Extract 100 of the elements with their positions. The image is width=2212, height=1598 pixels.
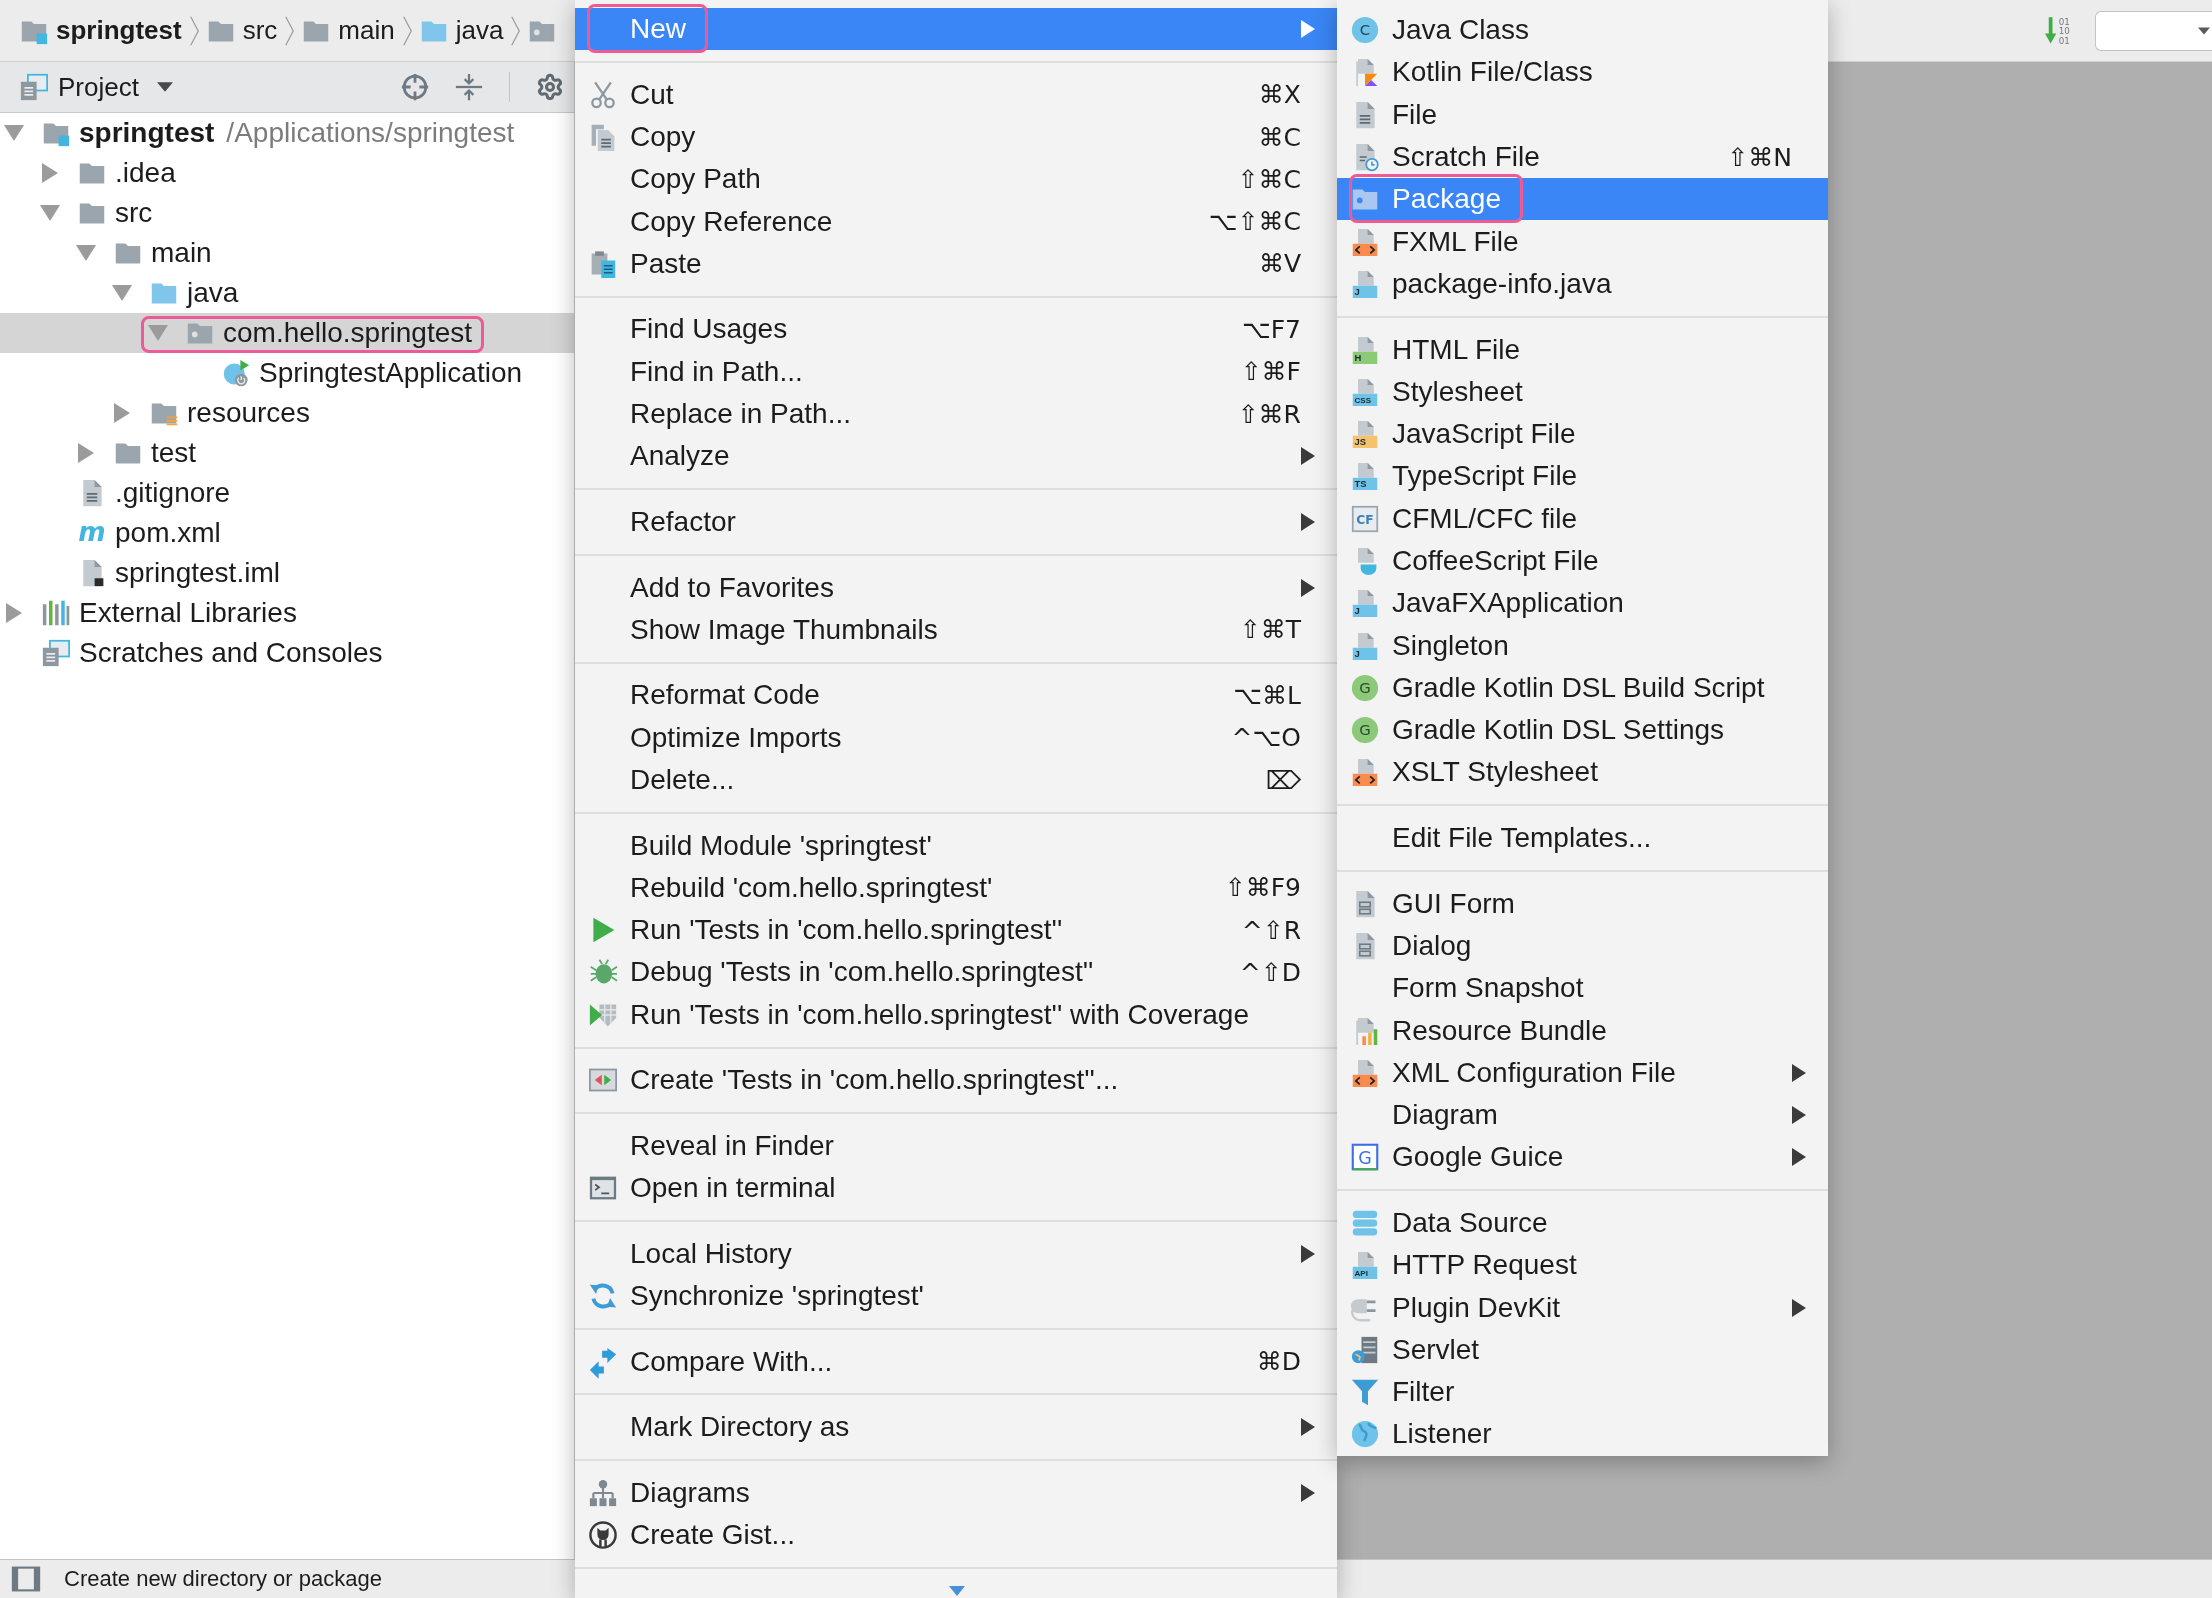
menu-item[interactable]: Delete... ⌦ xyxy=(575,758,1337,802)
caret-right-icon[interactable] xyxy=(42,163,58,183)
scissors-icon xyxy=(588,80,617,109)
caret-down-icon[interactable] xyxy=(40,205,60,221)
menu-item[interactable]: Create Gist... xyxy=(575,1514,1337,1557)
menu-item[interactable]: Scratch File ⇧⌘N xyxy=(1337,135,1828,179)
caret-right-icon[interactable] xyxy=(78,443,94,463)
menu-item[interactable]: Create 'Tests in 'com.hello.springtest''... xyxy=(575,1059,1337,1102)
breadcrumb-item[interactable]: src xyxy=(206,15,278,46)
settings-icon[interactable] xyxy=(536,73,564,101)
menu-item[interactable]: XSLT Stylesheet xyxy=(1337,751,1828,794)
tree-item[interactable]: springtest /Applications/springtest xyxy=(0,113,574,153)
menu-item[interactable]: Copy ⌘C xyxy=(575,115,1337,159)
menu-item[interactable]: J package-info.java xyxy=(1337,262,1828,306)
tree-item[interactable]: springtest.iml xyxy=(0,553,574,593)
menu-item[interactable]: CF CFML/CFC file xyxy=(1337,497,1828,540)
letter-circle-icon: G xyxy=(1350,673,1379,702)
tree-item[interactable]: .idea xyxy=(0,153,574,193)
tree-item[interactable]: .gitignore xyxy=(0,473,574,513)
menu-item[interactable]: G Google Guice xyxy=(1337,1136,1828,1179)
menu-item[interactable]: JS JavaScript File xyxy=(1337,412,1828,456)
menu-item[interactable]: Cut ⌘X xyxy=(575,73,1337,116)
tree-item[interactable]: External Libraries xyxy=(0,593,574,633)
menu-item[interactable]: Run 'Tests in 'com.hello.springtest'' ^⇧R xyxy=(575,909,1337,952)
menu-item[interactable]: GUI Form xyxy=(1337,882,1828,925)
caret-down-icon[interactable] xyxy=(148,325,168,341)
menu-item[interactable]: CoffeeScript File xyxy=(1337,539,1828,583)
path-text: /Applications/springtest xyxy=(226,117,515,149)
menu-item[interactable]: J JavaFXApplication xyxy=(1337,582,1828,625)
menu-item[interactable]: Copy Path ⇧⌘C xyxy=(575,158,1337,201)
tree-item[interactable]: Scratches and Consoles xyxy=(0,633,574,673)
menu-item[interactable]: TS TypeScript File xyxy=(1337,455,1828,498)
menu-item[interactable]: G Gradle Kotlin DSL Settings xyxy=(1337,709,1828,752)
menu-item[interactable]: Copy Reference ⌥⇧⌘C xyxy=(575,200,1337,243)
menu-item[interactable]: FXML File xyxy=(1337,220,1828,263)
menu-item[interactable]: Plugin DevKit xyxy=(1337,1286,1828,1329)
menu-item[interactable]: Build Module 'springtest' xyxy=(575,824,1337,867)
tree-item[interactable]: SpringtestApplication xyxy=(0,353,574,393)
menu-item[interactable]: Analyze xyxy=(575,435,1337,478)
caret-down-icon[interactable] xyxy=(112,285,132,301)
combo-box[interactable] xyxy=(2095,10,2212,51)
menu-item[interactable]: Servlet xyxy=(1337,1328,1828,1372)
menu-item[interactable]: Optimize Imports ^⌥O xyxy=(575,716,1337,759)
shortcut-text: ⇧⌘N xyxy=(1727,142,1792,172)
menu-item[interactable]: Dialog xyxy=(1337,924,1828,968)
menu-item[interactable]: Resource Bundle xyxy=(1337,1009,1828,1052)
menu-item[interactable]: Mark Directory as xyxy=(575,1406,1337,1449)
menu-item[interactable]: Reformat Code ⌥⌘L xyxy=(575,674,1337,717)
tree-item[interactable]: main xyxy=(0,233,574,273)
tree-item[interactable]: src xyxy=(0,193,574,233)
menu-item[interactable]: Data Source xyxy=(1337,1201,1828,1245)
menu-item[interactable]: API HTTP Request xyxy=(1337,1244,1828,1287)
caret-down-icon[interactable] xyxy=(76,245,96,261)
caret-right-icon[interactable] xyxy=(6,603,22,623)
menu-item[interactable]: XML Configuration File xyxy=(1337,1051,1828,1094)
menu-item[interactable]: Refactor xyxy=(575,500,1337,544)
menu-item[interactable]: Paste ⌘V xyxy=(575,242,1337,286)
shortcut-text: ^⇧D xyxy=(1239,957,1301,987)
menu-item[interactable]: Debug 'Tests in 'com.hello.springtest'' ^⇧D xyxy=(575,951,1337,994)
menu-item[interactable]: Local History xyxy=(575,1232,1337,1275)
menu-item[interactable]: Filter xyxy=(1337,1371,1828,1414)
caret-down-icon[interactable] xyxy=(4,125,24,141)
tree-item[interactable]: java xyxy=(0,273,574,313)
shortcut-text: ⌥⌘L xyxy=(1233,680,1301,710)
menu-item[interactable]: Diagram xyxy=(1337,1093,1828,1137)
breadcrumb-item[interactable]: springtest xyxy=(20,15,182,46)
tree-item[interactable]: m pom.xml xyxy=(0,513,574,553)
caret-right-icon[interactable] xyxy=(114,403,130,423)
panel-toggle-icon[interactable] xyxy=(12,1565,40,1593)
menu-item[interactable]: Open in terminal xyxy=(575,1167,1337,1210)
menu-item[interactable]: Listener xyxy=(1337,1413,1828,1456)
tree-item[interactable]: com.hello.springtest xyxy=(0,313,574,353)
menu-item[interactable]: Reveal in Finder xyxy=(575,1124,1337,1168)
tree-item[interactable]: resources xyxy=(0,393,574,433)
menu-item[interactable]: J Singleton xyxy=(1337,624,1828,667)
shortcut-text: ⌦ xyxy=(1265,765,1301,795)
collapse-icon[interactable] xyxy=(455,73,483,101)
breadcrumb-item[interactable]: java xyxy=(419,15,504,46)
breadcrumb-item[interactable]: main xyxy=(302,15,395,46)
tree-item[interactable]: test xyxy=(0,433,574,473)
menu-item[interactable]: Kotlin File/Class xyxy=(1337,51,1828,94)
menu-item[interactable]: Compare With... ⌘D xyxy=(575,1340,1337,1383)
menu-item[interactable]: Diagrams xyxy=(575,1471,1337,1514)
menu-item[interactable]: Synchronize 'springtest' xyxy=(575,1274,1337,1318)
menu-item[interactable]: Find in Path... ⇧⌘F xyxy=(575,350,1337,393)
menu-item[interactable]: C Java Class xyxy=(1337,9,1828,52)
menu-item[interactable]: Add to Favorites xyxy=(575,566,1337,609)
menu-item[interactable]: Edit File Templates... xyxy=(1337,816,1828,860)
crosshair-icon[interactable] xyxy=(401,73,429,101)
menu-item[interactable]: Run 'Tests in 'com.hello.springtest'' with Coverage xyxy=(575,993,1337,1036)
menu-item[interactable]: Rebuild 'com.hello.springtest' ⇧⌘F9 xyxy=(575,866,1337,910)
menu-item[interactable]: Form Snapshot xyxy=(1337,967,1828,1010)
view-selector[interactable]: Project xyxy=(20,71,173,103)
menu-item[interactable]: Replace in Path... ⇧⌘R xyxy=(575,392,1337,436)
menu-item[interactable]: File xyxy=(1337,93,1828,136)
menu-item[interactable]: CSS Stylesheet xyxy=(1337,370,1828,413)
menu-item[interactable]: Find Usages ⌥F7 xyxy=(575,308,1337,351)
menu-item[interactable]: H HTML File xyxy=(1337,328,1828,371)
menu-item[interactable]: Show Image Thumbnails ⇧⌘T xyxy=(575,608,1337,651)
menu-item[interactable]: G Gradle Kotlin DSL Build Script xyxy=(1337,666,1828,710)
